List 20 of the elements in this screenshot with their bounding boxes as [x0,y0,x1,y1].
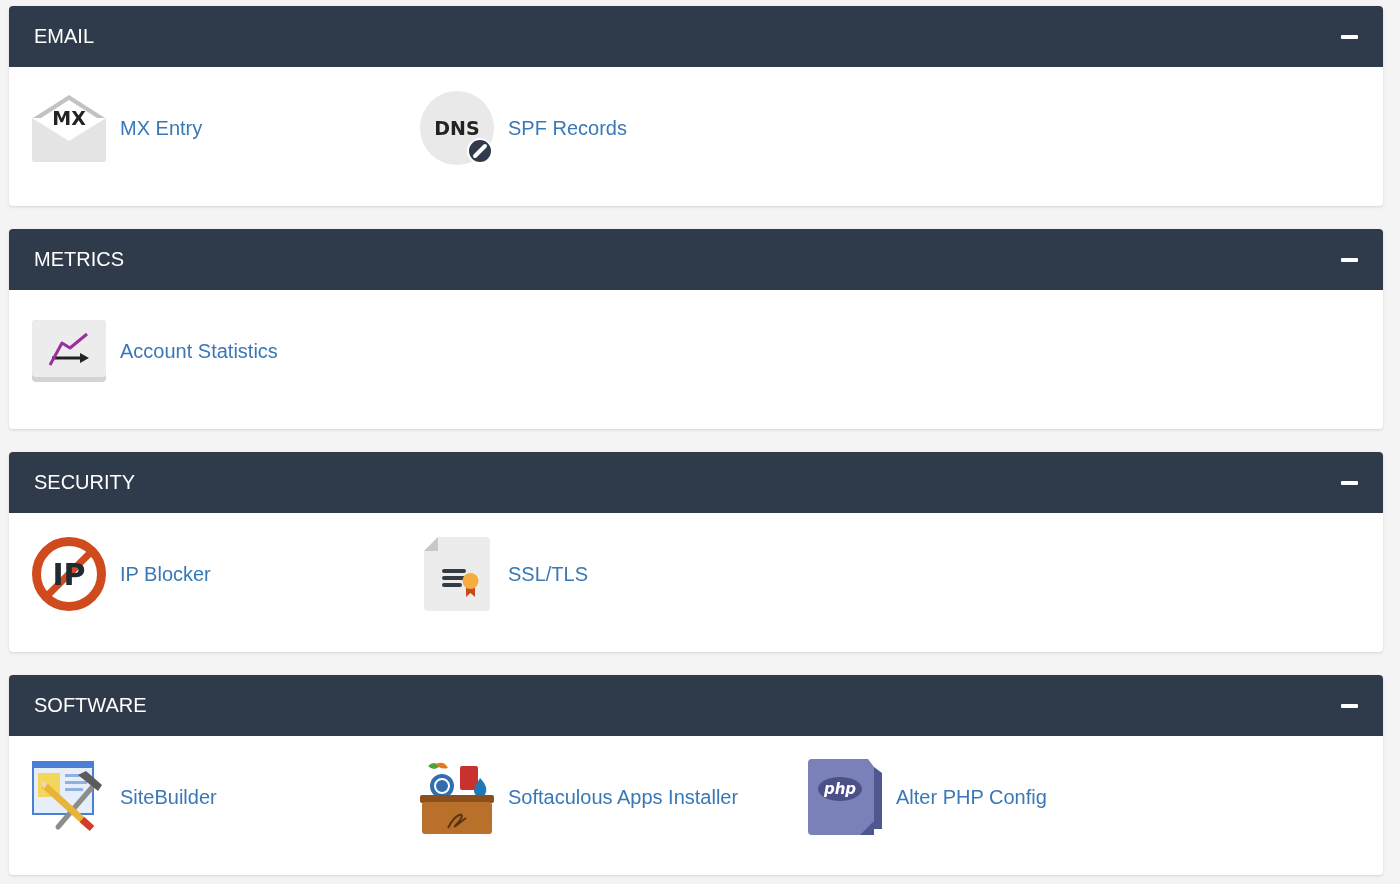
tool-link[interactable]: SPF Records [508,116,627,140]
minus-icon[interactable] [1341,480,1358,485]
tool-link[interactable]: IP Blocker [120,562,211,586]
line-chart-icon[interactable] [32,320,106,382]
certificate-icon[interactable] [424,537,490,611]
dns-pencil-icon[interactable]: DNS [420,91,494,165]
tool-link[interactable]: SiteBuilder [120,785,217,809]
section-title: SOFTWARE [34,694,147,717]
toolbox-icon[interactable] [420,760,494,834]
minus-icon[interactable] [1341,703,1358,708]
section-title: SECURITY [34,471,136,494]
section-title: METRICS [34,248,124,271]
tool-link[interactable]: Alter PHP Config [896,785,1047,809]
tool-link[interactable]: SSL/TLS [508,562,589,586]
minus-icon[interactable] [1341,257,1358,262]
tool-link[interactable]: MX Entry [120,116,203,140]
tool-link[interactable]: Account Statistics [120,339,278,363]
tool-link[interactable]: Softaculous Apps Installer [508,785,739,809]
section-title: EMAIL [34,25,95,48]
minus-icon[interactable] [1341,34,1358,39]
